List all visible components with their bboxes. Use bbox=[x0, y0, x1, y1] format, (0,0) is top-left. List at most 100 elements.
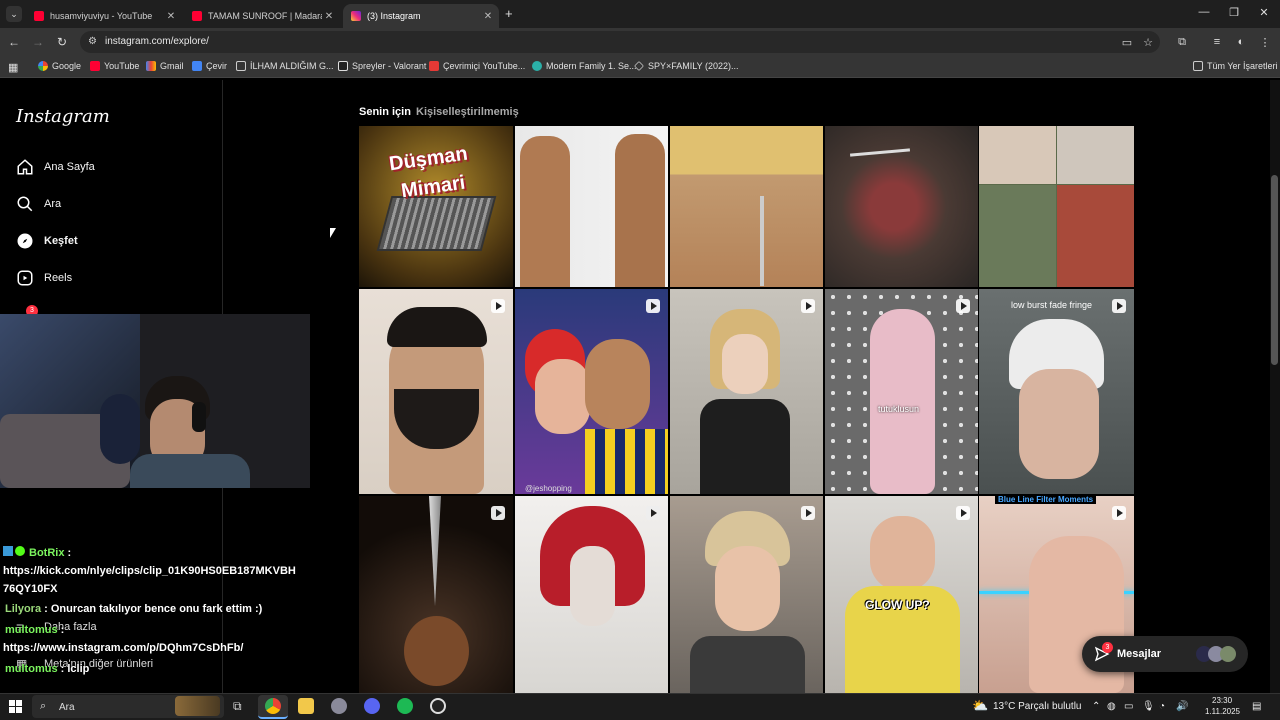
chat-message: https://kick.com/nlye/clips/clip_01K90HS… bbox=[3, 565, 296, 577]
video-icon bbox=[491, 506, 505, 520]
explore-tile-2[interactable] bbox=[515, 126, 668, 287]
forward-icon[interactable]: → bbox=[30, 35, 46, 49]
chat-text: : lclip bbox=[57, 663, 90, 675]
volume-icon[interactable]: 🔊 bbox=[1176, 701, 1188, 712]
tab-not-personalized[interactable]: Kişiselleştirilmemiş bbox=[416, 106, 519, 118]
obs-icon[interactable] bbox=[430, 698, 446, 714]
carousel-icon bbox=[646, 506, 660, 520]
minimize-icon[interactable]: — bbox=[1194, 6, 1214, 18]
address-bar[interactable] bbox=[80, 31, 1160, 53]
explore-tile-7[interactable]: @jeshopping bbox=[515, 289, 668, 494]
all-bookmarks[interactable]: Tüm Yer İşaretleri bbox=[1193, 61, 1278, 71]
bookmark-folder[interactable]: İLHAM ALDIĞIM G... bbox=[236, 61, 334, 71]
tray-overflow-icon[interactable]: ⌃ bbox=[1092, 701, 1100, 712]
spotify-icon[interactable] bbox=[397, 698, 413, 714]
tab-search-button[interactable]: ⌄ bbox=[6, 6, 22, 22]
close-tab-icon[interactable]: ✕ bbox=[481, 11, 495, 22]
chat-text: : Onurcan takılıyor bence onu fark ettim… bbox=[41, 603, 263, 615]
tab-youtube-2[interactable]: TAMAM SUNROOF | Madara Ol ✕ bbox=[184, 4, 340, 28]
search-icon: ⌕ bbox=[40, 700, 47, 712]
site-info-icon[interactable]: ⚙ bbox=[88, 36, 97, 47]
close-tab-icon[interactable]: ✕ bbox=[322, 11, 336, 22]
webcam-overlay bbox=[0, 314, 310, 488]
video-icon bbox=[491, 299, 505, 313]
explore-tile-13[interactable] bbox=[670, 496, 823, 693]
bookmark-youtube-online[interactable]: Çevrimiçi YouTube... bbox=[429, 61, 525, 71]
explore-tile-11[interactable] bbox=[359, 496, 513, 693]
tile-jersey bbox=[585, 429, 668, 494]
url-text[interactable]: instagram.com/explore/ bbox=[105, 36, 209, 47]
media-control-icon[interactable]: ≡ bbox=[1210, 36, 1224, 48]
tab-title: TAMAM SUNROOF | Madara Ol bbox=[208, 11, 322, 21]
windows-start-icon[interactable] bbox=[9, 700, 22, 713]
explore-tile-6[interactable] bbox=[359, 289, 513, 494]
bookmark-spy-family[interactable]: SPY×FAMILY (2022)... bbox=[634, 61, 738, 71]
tab-instagram[interactable]: (3) Instagram ✕ bbox=[343, 4, 499, 28]
bookmark-youtube[interactable]: YouTube bbox=[90, 61, 139, 71]
reload-icon[interactable]: ↻ bbox=[54, 35, 70, 49]
bookmark-label: Gmail bbox=[160, 61, 184, 71]
chrome-icon[interactable] bbox=[265, 698, 281, 714]
chat-message: multomus : lclip bbox=[5, 663, 89, 675]
messages-button[interactable]: 3 Mesajlar bbox=[1082, 636, 1248, 672]
tray-app-icon[interactable]: ◍ bbox=[1107, 701, 1116, 712]
explore-tile-9[interactable]: tutuklusun bbox=[825, 289, 978, 494]
bookmark-label: Çevrimiçi YouTube... bbox=[443, 61, 526, 71]
task-view-icon[interactable]: ⧉ bbox=[233, 699, 242, 714]
extensions-icon[interactable]: ⧉ bbox=[1175, 36, 1189, 49]
tile-hair bbox=[387, 307, 487, 347]
back-icon[interactable]: ← bbox=[6, 35, 22, 49]
clock-date[interactable]: 1.11.2025 bbox=[1205, 707, 1240, 716]
nav-reels[interactable]: Reels bbox=[16, 269, 72, 287]
explore-tile-1[interactable]: Düşman Mimari bbox=[359, 126, 513, 287]
video-icon bbox=[801, 299, 815, 313]
bookmark-translate[interactable]: Çevir bbox=[192, 61, 227, 71]
file-explorer-icon[interactable] bbox=[298, 698, 314, 714]
menu-dots-icon[interactable]: ⋮ bbox=[1258, 36, 1272, 49]
tile-caption: Blue Line Filter Moments bbox=[995, 496, 1097, 504]
tab-youtube-1[interactable]: husamviyuviyu - YouTube ✕ bbox=[26, 4, 182, 28]
wifi-icon[interactable]: ◔ bbox=[1159, 701, 1165, 712]
bookmark-star-icon[interactable]: ☆ bbox=[1141, 36, 1155, 49]
close-tab-icon[interactable]: ✕ bbox=[164, 11, 178, 22]
mouse-cursor bbox=[330, 228, 336, 238]
page-scrollbar-thumb[interactable] bbox=[1271, 175, 1278, 365]
notifications-icon[interactable]: ▤ bbox=[1252, 701, 1261, 712]
cam-streamer-body bbox=[130, 454, 250, 488]
bookmark-label: YouTube bbox=[104, 61, 140, 71]
tab-for-you[interactable]: Senin için bbox=[359, 106, 411, 118]
install-app-icon[interactable]: ▭ bbox=[1120, 36, 1134, 49]
bookmark-valorant[interactable]: Spreyler - Valorant bbox=[338, 61, 426, 71]
taskbar-search-label[interactable]: Ara bbox=[59, 702, 75, 713]
apps-grid-icon[interactable]: ▦ bbox=[8, 61, 18, 74]
bookmark-label: Spreyler - Valorant bbox=[352, 61, 427, 71]
instagram-logo[interactable]: Instagram bbox=[16, 106, 110, 127]
nav-search[interactable]: Ara bbox=[16, 195, 61, 213]
explore-tile-14[interactable]: GLOW UP? bbox=[825, 496, 978, 693]
microphone-icon[interactable]: 🎙 bbox=[1142, 701, 1155, 712]
bookmark-gmail[interactable]: Gmail bbox=[146, 61, 184, 71]
explore-tile-10[interactable]: low burst fade fringe bbox=[979, 289, 1134, 494]
nav-label: Ara bbox=[44, 198, 62, 210]
app-icon[interactable] bbox=[331, 698, 347, 714]
clock-time[interactable]: 23:30 bbox=[1212, 696, 1232, 705]
explore-tile-12[interactable] bbox=[515, 496, 668, 693]
nav-explore[interactable]: Keşfet bbox=[16, 232, 78, 250]
new-tab-button[interactable]: + bbox=[505, 6, 513, 21]
explore-tile-3[interactable] bbox=[670, 126, 823, 287]
restore-icon[interactable]: ❐ bbox=[1224, 6, 1244, 19]
nav-home[interactable]: Ana Sayfa bbox=[16, 158, 95, 176]
weather-icon[interactable]: ⛅ bbox=[972, 698, 988, 714]
explore-tile-5[interactable] bbox=[979, 126, 1134, 287]
explore-tile-8[interactable] bbox=[670, 289, 823, 494]
explore-tile-4[interactable] bbox=[825, 126, 978, 287]
messages-label: Mesajlar bbox=[1117, 648, 1162, 660]
discord-icon[interactable] bbox=[364, 698, 380, 714]
bookmark-google[interactable]: Google bbox=[38, 61, 81, 71]
close-window-icon[interactable]: ✕ bbox=[1254, 6, 1274, 19]
weather-text[interactable]: 13°C Parçalı bulutlu bbox=[993, 701, 1082, 712]
bookmark-modern-family[interactable]: Modern Family 1. Se... bbox=[532, 61, 637, 71]
tray-network-icon[interactable]: ▭ bbox=[1124, 701, 1133, 712]
chat-message: Lilyora : Onurcan takılıyor bence onu fa… bbox=[5, 603, 262, 615]
profile-icon[interactable]: ◐ bbox=[1234, 36, 1248, 48]
